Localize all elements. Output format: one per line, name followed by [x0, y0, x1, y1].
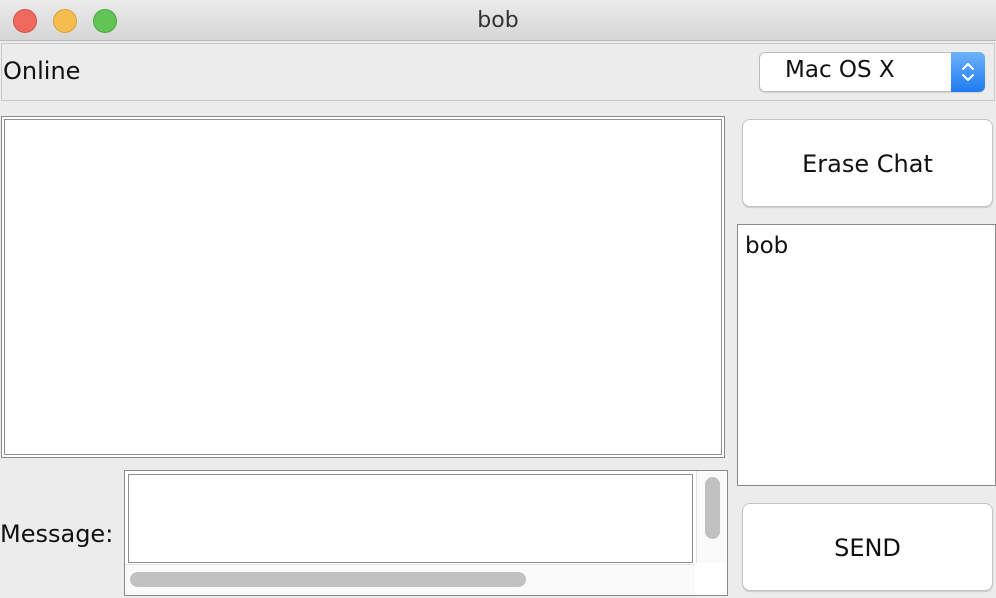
- chevron-updown-icon[interactable]: [951, 52, 985, 92]
- vertical-scrollbar[interactable]: [696, 471, 727, 563]
- status-label: Online: [3, 57, 81, 85]
- erase-chat-button[interactable]: Erase Chat: [742, 119, 993, 207]
- user-list-item[interactable]: bob: [745, 233, 788, 259]
- vertical-scroll-thumb[interactable]: [705, 477, 720, 539]
- horizontal-scroll-thumb[interactable]: [130, 572, 526, 587]
- window-title: bob: [477, 8, 519, 33]
- message-label: Message:: [0, 520, 114, 548]
- chat-history[interactable]: [1, 116, 725, 458]
- title-bar: bob: [0, 0, 996, 41]
- message-input[interactable]: [128, 474, 693, 563]
- look-and-feel-select[interactable]: Mac OS X: [759, 52, 985, 92]
- online-users-list[interactable]: bob: [737, 224, 996, 486]
- chat-history-inner: [4, 119, 722, 455]
- horizontal-scrollbar[interactable]: [125, 564, 695, 595]
- select-value: Mac OS X: [785, 57, 895, 83]
- message-scroll-pane: [124, 470, 728, 596]
- send-button[interactable]: SEND: [742, 503, 993, 591]
